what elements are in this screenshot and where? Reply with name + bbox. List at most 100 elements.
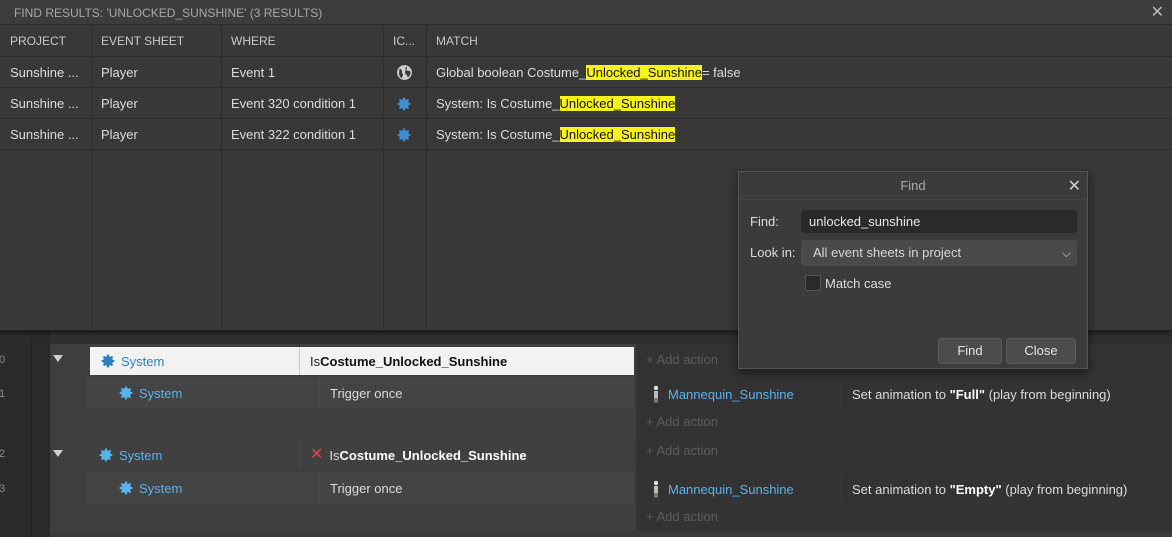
table-cell-icon[interactable] [383,88,426,119]
invert-x-icon: ✕ [310,446,324,463]
add-action-link[interactable]: + Add action [646,414,718,429]
event-margin-strip [32,330,50,537]
line-number-gutter: 0 1 2 3 [0,330,32,537]
match-text: Global boolean Costume_ [436,65,587,80]
condition-object[interactable]: System [90,440,300,470]
add-action-link[interactable]: + Add action [646,509,718,524]
action-object[interactable]: Mannequin_Sunshine [636,475,842,503]
look-in-label: Look in: [750,245,796,260]
look-in-value: All event sheets in project [813,245,962,260]
table-cell-project[interactable]: Sunshine ... [0,119,91,150]
column-header-icon[interactable]: IC... [383,25,426,56]
condition-prefix: Is [310,353,321,369]
look-in-select[interactable]: All event sheets in project ⌵ [801,240,1077,266]
sub-condition[interactable]: System Trigger once [86,377,634,409]
globe-icon [397,65,412,80]
table-cell-match[interactable]: Global boolean Costume_ Unlocked_Sunshine… [426,57,1172,88]
table-cell-where[interactable]: Event 322 condition 1 [221,119,383,150]
action-text-pre: Set animation to [852,481,950,497]
close-icon[interactable]: ✕ [1151,2,1164,22]
sub-condition-object[interactable]: System [86,472,320,504]
sub-condition-object-name: System [139,385,183,401]
line-number: 2 [0,448,6,460]
table-cell-where[interactable]: Event 320 condition 1 [221,88,383,119]
match-highlight: Unlocked_Sunshine [586,65,702,80]
find-button[interactable]: Find [938,338,1002,364]
line-number: 0 [0,354,6,366]
line-number: 3 [0,483,6,495]
action-text-pre: Set animation to [852,386,950,402]
column-header-match[interactable]: MATCH [426,25,1172,56]
match-text: System: Is Costume_ [436,96,560,111]
table-cell-project[interactable]: Sunshine ... [0,88,91,119]
match-case-label[interactable]: Match case [825,276,891,291]
action-text-post: (play from beginning) [1001,481,1128,497]
find-results-title: FIND RESULTS: 'UNLOCKED_SUNSHINE' (3 RES… [14,6,323,20]
sub-condition-object[interactable]: System [86,377,320,409]
sub-condition-text: Trigger once [330,385,403,401]
find-dialog-title[interactable]: Find [739,172,1087,200]
collapse-toggle-icon[interactable] [53,450,63,457]
add-action-link[interactable]: + Add action [646,443,718,458]
action-value: "Full" [949,386,985,402]
table-cell-project[interactable]: Sunshine ... [0,57,91,88]
condition-object[interactable]: System [90,347,300,375]
column-header-event-sheet[interactable]: EVENT SHEET [91,25,221,56]
action-value: "Empty" [949,481,1002,497]
find-dialog: Find ✕ Find: unlocked_sunshine Look in: … [738,171,1088,369]
add-action-link[interactable]: + Add action [646,352,718,367]
table-cell-icon[interactable] [383,57,426,88]
action-row[interactable]: Mannequin_Sunshine Set animation to "Ful… [636,380,1172,408]
find-label: Find: [750,214,779,229]
condition-text: ✕ Is Costume_Unlocked_Sunshine [300,440,527,470]
table-cell-where[interactable]: Event 1 [221,57,383,88]
gear-icon [119,386,133,400]
table-cell-match[interactable]: System: Is Costume_ Unlocked_Sunshine [426,88,1172,119]
event-condition[interactable]: System ✕ Is Costume_Unlocked_Sunshine [90,440,634,470]
action-object-name: Mannequin_Sunshine [668,481,794,497]
sub-condition[interactable]: System Trigger once [86,472,634,504]
find-results-titlebar: FIND RESULTS: 'UNLOCKED_SUNSHINE' (3 RES… [0,0,1172,25]
sub-condition-object-name: System [139,480,183,496]
action-text-post: (play from beginning) [985,386,1111,402]
action-text: Set animation to "Empty" (play from begi… [842,482,1127,497]
gear-icon [397,97,411,110]
find-input[interactable]: unlocked_sunshine [801,210,1077,233]
gear-icon [397,128,411,141]
sub-condition-text: Trigger once [330,480,403,496]
match-highlight: Unlocked_Sunshine [559,127,676,142]
condition-object-name: System [119,447,163,463]
match-case-checkbox[interactable] [805,275,821,291]
event-condition[interactable]: System Is Costume_Unlocked_Sunshine [90,347,634,375]
condition-variable: Costume_Unlocked_Sunshine [320,353,508,369]
mannequin-icon [653,480,659,498]
collapse-toggle-icon[interactable] [53,355,63,362]
gear-icon [99,448,113,462]
match-highlight: Unlocked_Sunshine [559,96,676,111]
gear-icon [119,481,133,495]
condition-variable: Costume_Unlocked_Sunshine [339,447,527,463]
condition-text: Is Costume_Unlocked_Sunshine [300,347,507,375]
column-header-project[interactable]: PROJECT [0,25,91,56]
match-text: System: Is Costume_ [436,127,560,142]
action-text: Set animation to "Full" (play from begin… [842,387,1111,402]
mannequin-icon [653,385,659,403]
condition-object-name: System [121,353,165,369]
close-button[interactable]: Close [1006,338,1076,364]
condition-prefix: Is [329,447,340,463]
action-object[interactable]: Mannequin_Sunshine [636,380,842,408]
close-icon[interactable]: ✕ [1068,176,1081,196]
table-cell-icon[interactable] [383,119,426,150]
action-row[interactable]: Mannequin_Sunshine Set animation to "Emp… [636,475,1172,503]
event-block[interactable] [50,531,1172,537]
chevron-down-icon: ⌵ [1061,246,1071,260]
action-object-name: Mannequin_Sunshine [668,386,794,402]
gear-icon [101,354,115,368]
match-text-post: = false [701,65,741,80]
column-header-where[interactable]: WHERE [221,25,383,56]
table-cell-sheet[interactable]: Player [91,119,221,150]
app-root: 0 1 2 3 System Is Costume_Unlocked_Sunsh… [0,0,1172,537]
table-cell-sheet[interactable]: Player [91,57,221,88]
table-cell-match[interactable]: System: Is Costume_ Unlocked_Sunshine [426,119,1172,150]
table-cell-sheet[interactable]: Player [91,88,221,119]
